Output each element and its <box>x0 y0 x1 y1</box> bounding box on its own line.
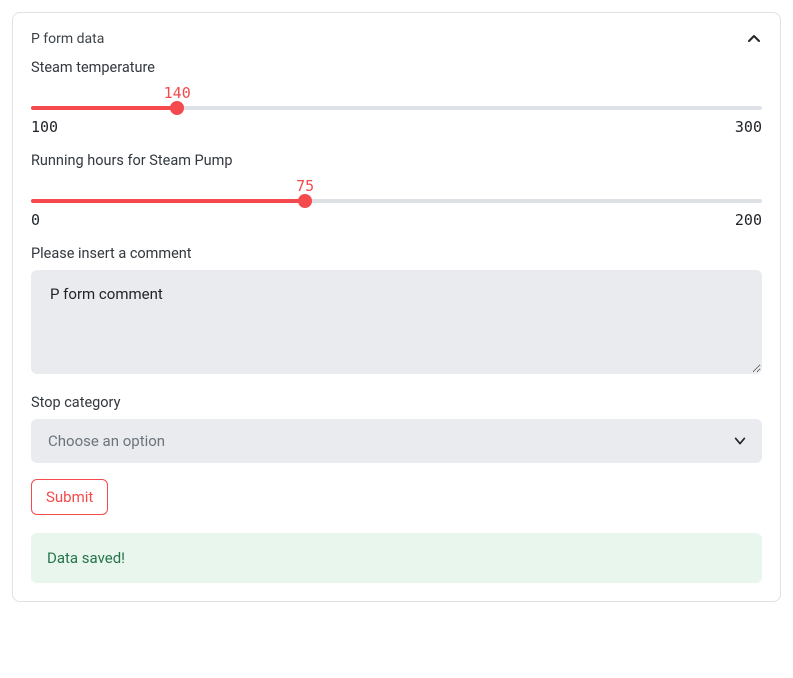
running-hours-range: 0 200 <box>31 211 762 229</box>
slider-fill <box>31 106 177 110</box>
steam-temperature-label: Steam temperature <box>31 59 762 76</box>
steam-temperature-range: 100 300 <box>31 118 762 136</box>
success-alert-message: Data saved! <box>47 549 125 567</box>
success-alert: Data saved! <box>31 533 762 583</box>
steam-temperature-field: Steam temperature 140 100 300 <box>31 59 762 136</box>
comment-field: Please insert a comment <box>31 245 762 378</box>
card-header: P form data <box>31 31 762 47</box>
chevron-down-icon <box>733 434 747 448</box>
running-hours-value: 75 <box>296 177 314 195</box>
slider-thumb[interactable] <box>170 101 184 115</box>
stop-category-placeholder: Choose an option <box>48 432 165 450</box>
running-hours-label: Running hours for Steam Pump <box>31 152 762 169</box>
slider-track <box>31 106 762 110</box>
steam-temperature-value: 140 <box>164 84 191 102</box>
running-hours-max: 200 <box>735 211 762 229</box>
steam-temperature-min: 100 <box>31 118 58 136</box>
running-hours-min: 0 <box>31 211 40 229</box>
slider-fill <box>31 199 305 203</box>
comment-textarea[interactable] <box>31 270 762 374</box>
comment-label: Please insert a comment <box>31 245 762 262</box>
stop-category-label: Stop category <box>31 394 762 411</box>
submit-button[interactable]: Submit <box>31 479 108 515</box>
running-hours-field: Running hours for Steam Pump 75 0 200 <box>31 152 762 229</box>
steam-temperature-max: 300 <box>735 118 762 136</box>
chevron-up-icon[interactable] <box>746 31 762 47</box>
form-card: P form data Steam temperature 140 100 30… <box>12 12 781 602</box>
slider-track <box>31 199 762 203</box>
slider-thumb[interactable] <box>298 194 312 208</box>
steam-temperature-slider[interactable]: 140 <box>31 84 762 110</box>
stop-category-select[interactable]: Choose an option <box>31 419 762 463</box>
running-hours-slider[interactable]: 75 <box>31 177 762 203</box>
stop-category-field: Stop category Choose an option <box>31 394 762 463</box>
card-title: P form data <box>31 31 104 47</box>
